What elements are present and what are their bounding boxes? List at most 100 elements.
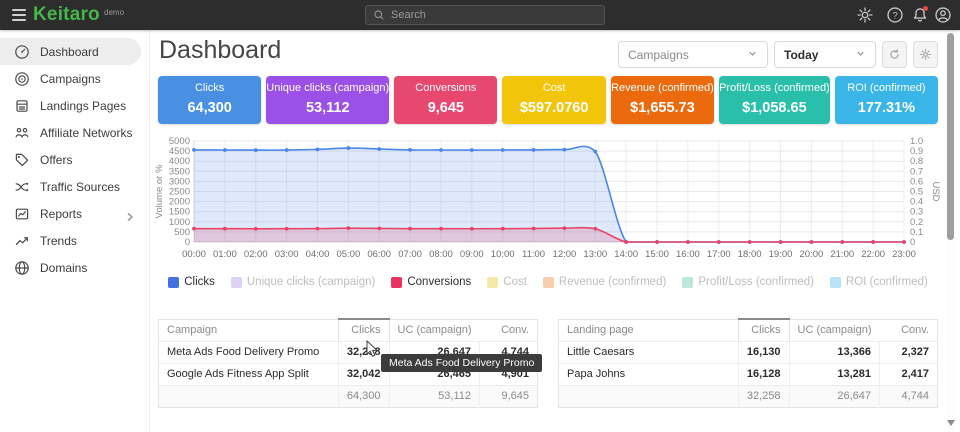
table-total-row: 64,30053,1129,645	[159, 385, 538, 407]
stat-card-conversions: Conversions9,645	[394, 76, 497, 124]
svg-text:08:00: 08:00	[429, 249, 453, 260]
legend-swatch	[231, 277, 242, 288]
gauge-icon	[14, 44, 30, 60]
stat-card-value: 177.31%	[835, 100, 938, 116]
row-name: Google Ads Fitness App Split	[159, 363, 339, 385]
svg-text:16:00: 16:00	[676, 249, 700, 260]
table-header-name[interactable]: Campaign	[159, 319, 339, 341]
sidebar-item-landings-pages[interactable]: Landings Pages	[0, 92, 149, 119]
legend-swatch	[830, 277, 841, 288]
traffic-chart: 0500100015002000250030003500400045005000…	[152, 133, 944, 265]
stat-card-label: Cost	[502, 82, 605, 94]
row-value: 16,128	[738, 363, 789, 385]
sidebar-item-label: Reports	[40, 207, 82, 221]
notifications-bell-icon[interactable]	[911, 6, 929, 24]
chevron-down-icon	[847, 48, 866, 62]
refresh-button[interactable]	[882, 41, 907, 68]
legend-item-clicks[interactable]: Clicks	[168, 276, 215, 288]
chevron-right-icon	[125, 209, 135, 219]
total-value: 26,647	[789, 385, 879, 407]
svg-text:17:00: 17:00	[707, 249, 731, 260]
stat-card-value: 53,112	[266, 100, 389, 116]
trends-icon	[14, 233, 30, 249]
row-value: 13,366	[789, 341, 879, 363]
chart-settings-button[interactable]	[913, 41, 938, 68]
row-value: 2,327	[880, 341, 938, 363]
row-tooltip: Meta Ads Food Delivery Promo	[381, 354, 542, 372]
stat-card-unique-clicks-campaign-: Unique clicks (campaign) 53,112	[266, 76, 389, 124]
sidebar-item-label: Dashboard	[40, 45, 99, 59]
sidebar-item-trends[interactable]: Trends	[0, 227, 149, 254]
table-header-uc-campaign-[interactable]: UC (campaign)	[389, 319, 479, 341]
date-range-select[interactable]: Today	[774, 41, 876, 68]
table-header-uc-campaign-[interactable]: UC (campaign)	[789, 319, 879, 341]
sidebar-item-affiliate-networks[interactable]: Affiliate Networks	[0, 119, 149, 146]
svg-text:0: 0	[910, 237, 915, 248]
sidebar-item-offers[interactable]: Offers	[0, 146, 149, 173]
sidebar-item-dashboard[interactable]: Dashboard	[0, 38, 141, 65]
table-header-conv-[interactable]: Conv.	[480, 319, 538, 341]
table-row[interactable]: Papa Johns16,12813,2812,417	[559, 363, 938, 385]
legend-item-conversions[interactable]: Conversions	[391, 276, 471, 288]
stat-card-value: 9,645	[394, 100, 497, 116]
svg-text:0.1: 0.1	[910, 227, 923, 238]
stat-card-profit-loss-confirmed-: Profit/Loss (confirmed)$1,058.65	[719, 76, 830, 124]
sidebar-nav: Dashboard CampaignsLandings PagesAffiliat…	[0, 30, 150, 432]
svg-text:0.7: 0.7	[910, 166, 923, 177]
stat-card-label: Unique clicks (campaign)	[266, 82, 389, 94]
account-icon[interactable]	[934, 6, 952, 24]
page-title: Dashboard	[159, 36, 281, 65]
date-range-value: Today	[784, 48, 818, 62]
settings-icon[interactable]	[856, 6, 874, 24]
svg-text:0.6: 0.6	[910, 176, 923, 187]
legend-item-profit-loss-confirmed-[interactable]: Profit/Loss (confirmed)	[682, 276, 814, 288]
search-box[interactable]	[365, 5, 605, 25]
svg-text:05:00: 05:00	[336, 249, 360, 260]
legend-item-revenue-confirmed-[interactable]: Revenue (confirmed)	[543, 276, 666, 288]
svg-text:4500: 4500	[169, 146, 190, 157]
menu-toggle-icon[interactable]	[12, 9, 26, 21]
scrollbar-down-arrow[interactable]	[947, 420, 955, 426]
legend-item-roi-confirmed-[interactable]: ROI (confirmed)	[830, 276, 928, 288]
svg-text:0.9: 0.9	[910, 146, 923, 157]
svg-text:18:00: 18:00	[738, 249, 762, 260]
pages-icon	[14, 98, 30, 114]
total-value: 32,258	[738, 385, 789, 407]
stat-card-value: $1,655.73	[611, 100, 714, 116]
table-header-clicks[interactable]: Clicks	[338, 319, 389, 341]
main-content: Dashboard Campaigns Today Clicks64,300Un…	[150, 30, 946, 432]
svg-text:00:00: 00:00	[182, 249, 206, 260]
landing-pages-table: Landing pageClicksUC (campaign)Conv.Litt…	[558, 318, 938, 408]
total-value: 4,744	[880, 385, 938, 407]
search-input[interactable]	[391, 9, 597, 21]
table-header-clicks[interactable]: Clicks	[738, 319, 789, 341]
sidebar-item-traffic-sources[interactable]: Traffic Sources	[0, 173, 149, 200]
stat-card-value: $1,058.65	[719, 100, 830, 116]
table-row[interactable]: Little Caesars16,13013,3662,327	[559, 341, 938, 363]
svg-text:09:00: 09:00	[460, 249, 484, 260]
legend-label: Profit/Loss (confirmed)	[698, 276, 814, 288]
svg-text:3500: 3500	[169, 166, 190, 177]
help-icon[interactable]: ?	[886, 6, 904, 24]
sidebar-item-label: Domains	[40, 261, 87, 275]
scrollbar-thumb[interactable]	[947, 33, 954, 240]
stat-card-cost: Cost$597.0760	[502, 76, 605, 124]
sidebar-item-campaigns[interactable]: Campaigns	[0, 65, 149, 92]
svg-text:0.2: 0.2	[910, 217, 923, 228]
table-header-name[interactable]: Landing page	[559, 319, 739, 341]
svg-text:0.4: 0.4	[910, 197, 923, 208]
legend-label: Cost	[503, 276, 527, 288]
svg-text:USD: USD	[930, 181, 941, 201]
svg-text:2000: 2000	[169, 197, 190, 208]
search-icon	[373, 9, 385, 21]
gear-icon	[919, 48, 932, 61]
legend-item-cost[interactable]: Cost	[487, 276, 527, 288]
table-header-conv-[interactable]: Conv.	[880, 319, 938, 341]
legend-item-unique-clicks-campaign-[interactable]: Unique clicks (campaign)	[231, 276, 375, 288]
row-name: Papa Johns	[559, 363, 739, 385]
sidebar-item-reports[interactable]: Reports	[0, 200, 149, 227]
reports-icon	[14, 206, 30, 222]
row-name: Meta Ads Food Delivery Promo	[159, 341, 339, 363]
sidebar-item-domains[interactable]: Domains	[0, 254, 149, 281]
campaign-filter-select[interactable]: Campaigns	[618, 41, 768, 68]
